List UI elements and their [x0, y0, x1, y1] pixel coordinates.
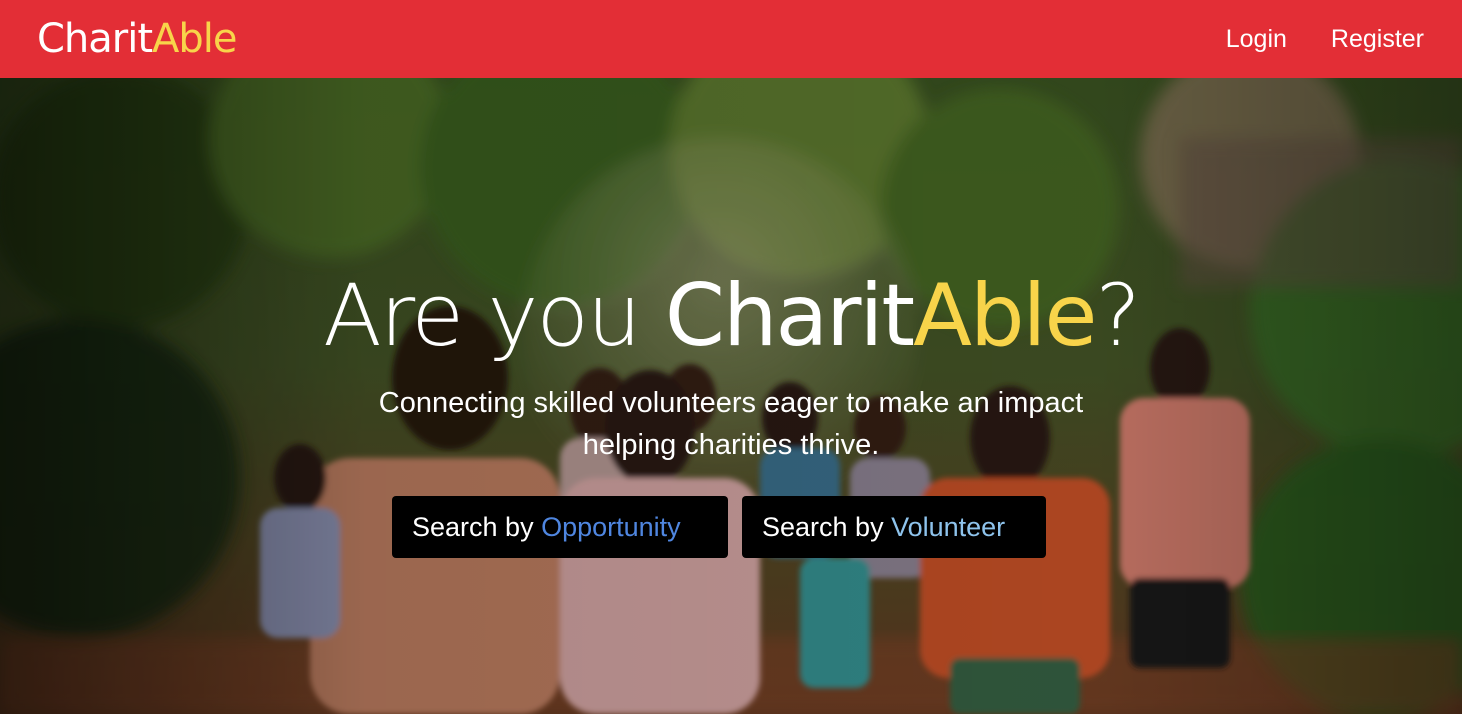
nav-links: Login Register	[1226, 22, 1424, 56]
button-highlight: Volunteer	[891, 512, 1006, 542]
login-link[interactable]: Login	[1226, 22, 1287, 56]
brand-name-part1: Charit	[37, 16, 153, 62]
hero-subtitle-line1: Connecting skilled volunteers eager to m…	[378, 387, 1084, 419]
button-highlight: Opportunity	[541, 512, 681, 542]
hero-subtitle-line2: helping charities thrive.	[582, 429, 880, 461]
hero-title: Are you CharitAble?	[0, 262, 1462, 370]
search-by-opportunity-button[interactable]: Search by Opportunity	[392, 496, 728, 558]
hero-subtitle: Connecting skilled volunteers eager to m…	[0, 382, 1462, 466]
hero-title-part2: Charit	[664, 266, 915, 366]
brand-logo[interactable]: CharitAble	[37, 13, 238, 65]
hero-title-part3: Able	[913, 266, 1097, 366]
hero-title-part4: ?	[1095, 266, 1141, 366]
top-navbar: CharitAble Login Register	[0, 0, 1462, 78]
hero-title-part1: Are you	[322, 266, 665, 366]
hero-section: Are you CharitAble? Connecting skilled v…	[0, 78, 1462, 714]
register-link[interactable]: Register	[1331, 22, 1424, 56]
brand-name-part2: Able	[152, 16, 237, 62]
search-by-volunteer-button[interactable]: Search by Volunteer	[742, 496, 1046, 558]
button-prefix: Search by	[412, 512, 542, 542]
button-prefix: Search by	[762, 512, 892, 542]
search-buttons: Search by Opportunity Search by Voluntee…	[392, 496, 1046, 558]
